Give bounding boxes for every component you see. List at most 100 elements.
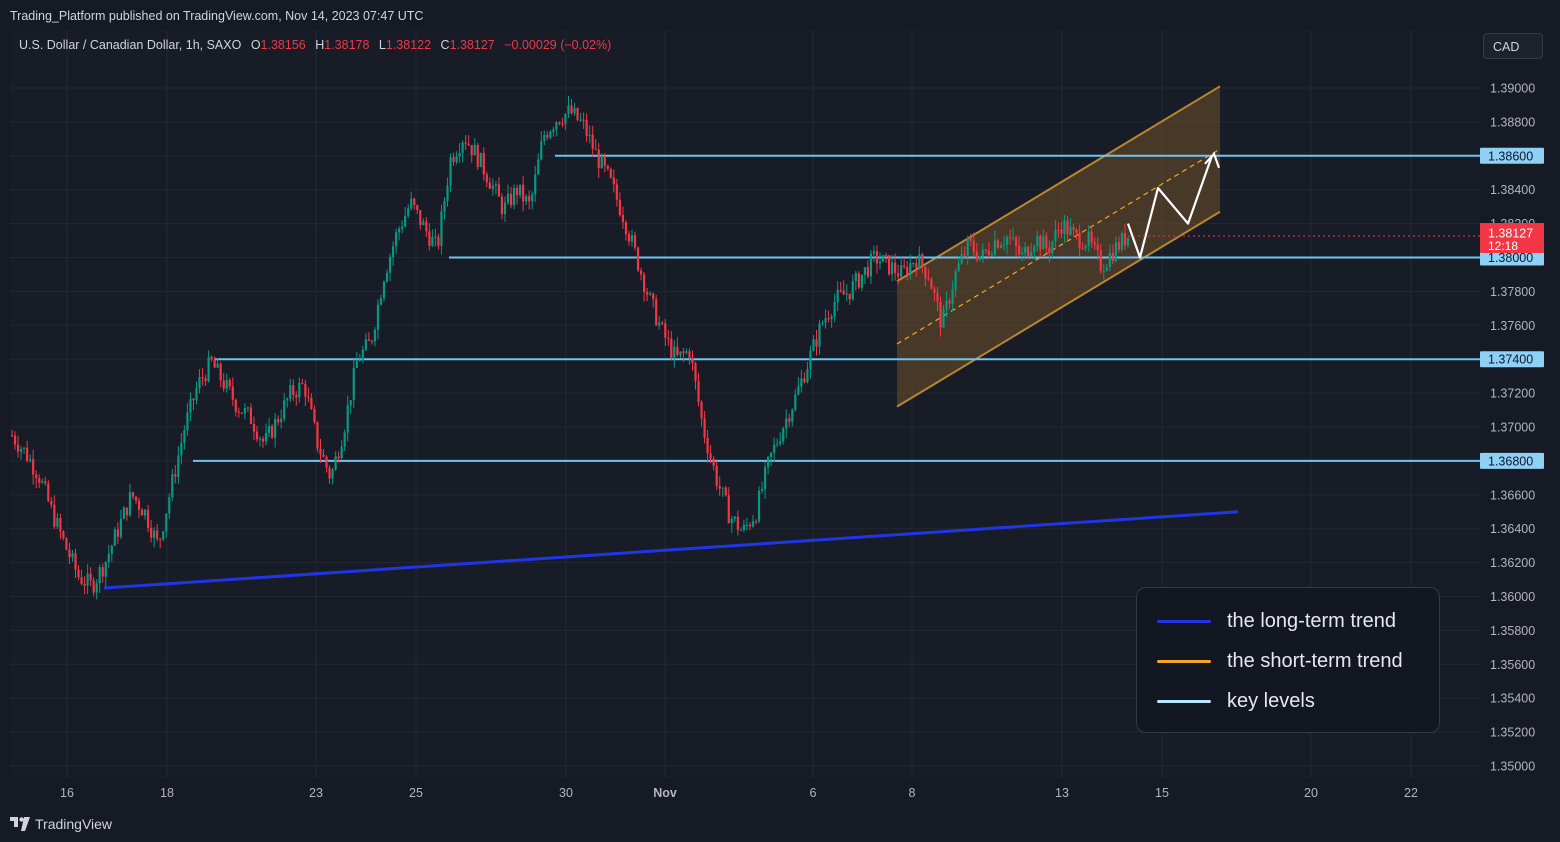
candle-body bbox=[280, 418, 283, 423]
candle-body bbox=[567, 105, 570, 114]
candle-body bbox=[745, 524, 749, 526]
candle-body bbox=[827, 318, 830, 320]
candle-body bbox=[488, 182, 491, 189]
candle-body bbox=[361, 349, 364, 361]
candle-body bbox=[642, 274, 646, 293]
candle-body bbox=[83, 583, 86, 586]
candle-body bbox=[960, 254, 963, 264]
candle-body bbox=[458, 152, 461, 157]
low-value: 1.38122 bbox=[385, 38, 432, 52]
candle-body bbox=[243, 408, 246, 414]
candle-body bbox=[984, 249, 987, 251]
candle-body bbox=[537, 159, 540, 175]
candle-body bbox=[522, 184, 525, 202]
candle-body bbox=[41, 481, 44, 483]
candle-body bbox=[506, 193, 510, 203]
y-tick-label: 1.36000 bbox=[1490, 590, 1535, 604]
candle-body bbox=[842, 290, 845, 295]
candle-body bbox=[718, 486, 721, 489]
candle-body bbox=[177, 455, 180, 477]
currency-button[interactable]: CAD bbox=[1483, 33, 1543, 59]
candle-body bbox=[252, 423, 256, 432]
candle-body bbox=[261, 438, 265, 442]
close-label: C bbox=[440, 38, 450, 52]
candle-body bbox=[1005, 237, 1009, 245]
candle-body bbox=[1045, 235, 1048, 248]
candle-body bbox=[957, 263, 960, 272]
candle-body bbox=[649, 293, 652, 295]
open-value: 1.38156 bbox=[260, 38, 306, 52]
candle-body bbox=[497, 184, 501, 197]
candle-body bbox=[515, 187, 519, 196]
candle-body bbox=[763, 467, 767, 490]
candle-body bbox=[449, 157, 452, 186]
candle-body bbox=[733, 516, 736, 519]
tradingview-logo[interactable]: TradingView bbox=[10, 816, 112, 832]
candle-body bbox=[881, 255, 885, 262]
candle-body bbox=[35, 474, 38, 479]
candle-body bbox=[210, 357, 213, 360]
candle-body bbox=[367, 339, 370, 341]
candle-body bbox=[872, 251, 876, 254]
candle-body bbox=[131, 492, 135, 497]
candle-body bbox=[884, 255, 888, 257]
candle-body bbox=[724, 487, 727, 496]
key-levels-swatch bbox=[1157, 700, 1211, 703]
x-tick-label: 23 bbox=[309, 786, 323, 800]
candle-body bbox=[987, 250, 990, 256]
candle-body bbox=[137, 500, 141, 510]
candle-body bbox=[319, 448, 322, 455]
candle-body bbox=[222, 380, 225, 389]
candle-body bbox=[68, 549, 71, 558]
candle-body bbox=[301, 382, 304, 384]
x-tick-label: 25 bbox=[409, 786, 423, 800]
candle-body bbox=[667, 337, 670, 339]
candle-body bbox=[600, 155, 603, 169]
y-tick-label: 1.36200 bbox=[1490, 556, 1535, 570]
candle-body bbox=[62, 531, 65, 539]
candle-body bbox=[264, 432, 268, 442]
candle-body bbox=[509, 193, 513, 206]
candle-body bbox=[304, 383, 307, 397]
candle-body bbox=[594, 148, 597, 150]
candle-body bbox=[939, 301, 942, 328]
candle-body bbox=[597, 149, 600, 169]
candle-body bbox=[104, 561, 107, 577]
candle-body bbox=[978, 255, 981, 260]
candle-body bbox=[95, 583, 98, 593]
candle-body bbox=[219, 363, 222, 381]
candle-body bbox=[113, 529, 116, 546]
candle-body bbox=[1093, 242, 1096, 245]
tradingview-logo-text: TradingView bbox=[35, 816, 113, 832]
candle-body bbox=[467, 143, 470, 146]
candle-body bbox=[340, 446, 343, 459]
candle-body bbox=[673, 346, 676, 358]
candle-body bbox=[334, 456, 337, 470]
candle-body bbox=[140, 509, 144, 516]
candle-body bbox=[1069, 227, 1072, 235]
candle-body bbox=[174, 474, 177, 477]
candle-body bbox=[927, 278, 930, 280]
candle-body bbox=[661, 322, 664, 324]
candle-body bbox=[543, 134, 546, 142]
candle-body bbox=[630, 235, 634, 242]
candle-body bbox=[13, 435, 17, 445]
candle-body bbox=[107, 553, 110, 562]
candle-body bbox=[912, 263, 915, 265]
candle-body bbox=[685, 351, 688, 354]
candle-body bbox=[234, 399, 237, 412]
y-tick-label: 1.37000 bbox=[1490, 421, 1535, 435]
candle-body bbox=[652, 293, 655, 300]
candle-body bbox=[754, 521, 758, 523]
low-label: L bbox=[378, 38, 386, 52]
candle-body bbox=[313, 409, 316, 423]
candle-body bbox=[636, 247, 640, 271]
candle-body bbox=[999, 245, 1003, 248]
candle-body bbox=[110, 545, 113, 554]
x-tick-label: Nov bbox=[653, 786, 677, 800]
candle-body bbox=[951, 289, 954, 304]
candle-body bbox=[373, 329, 377, 342]
key-level-label: 1.37400 bbox=[1488, 353, 1533, 367]
candle-body bbox=[688, 351, 691, 359]
current-price-countdown: 12:18 bbox=[1488, 239, 1518, 253]
